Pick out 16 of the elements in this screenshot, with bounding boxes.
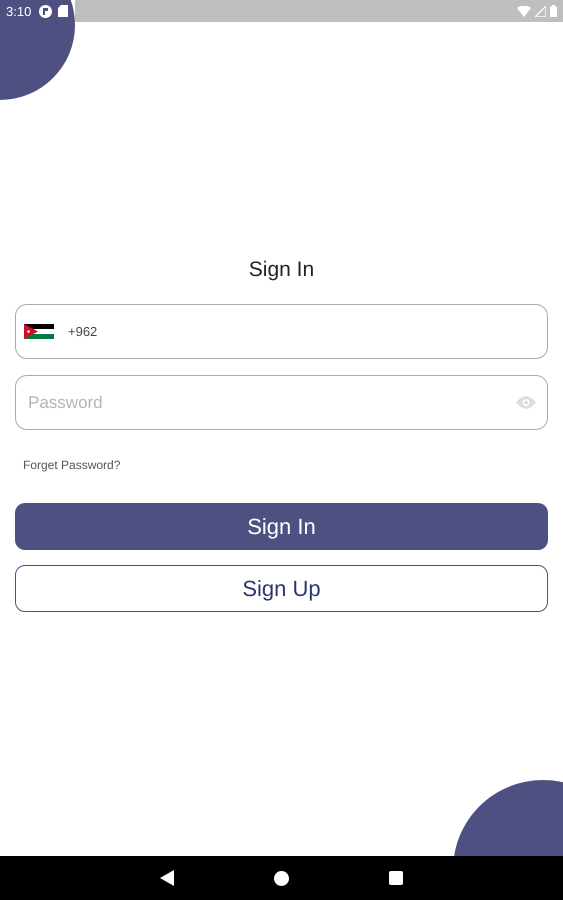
country-code: +962 [68, 324, 98, 339]
wifi-icon [517, 6, 531, 16]
battery-icon [550, 5, 557, 17]
back-icon[interactable] [160, 870, 174, 886]
flag-icon [24, 324, 54, 339]
notification-icon [39, 4, 52, 18]
screen-title: Sign In [248, 258, 314, 282]
sd-card-icon [58, 5, 68, 17]
forgot-password-link[interactable]: Forget Password? [23, 458, 120, 472]
status-time: 3:10 [6, 4, 32, 18]
phone-field[interactable]: +962 [15, 304, 548, 359]
sign-in-button[interactable]: Sign In [15, 503, 548, 550]
sign-up-button[interactable]: Sign Up [15, 565, 548, 612]
password-field[interactable]: Password [15, 375, 548, 430]
home-icon[interactable] [274, 870, 289, 886]
signal-icon [535, 6, 546, 16]
